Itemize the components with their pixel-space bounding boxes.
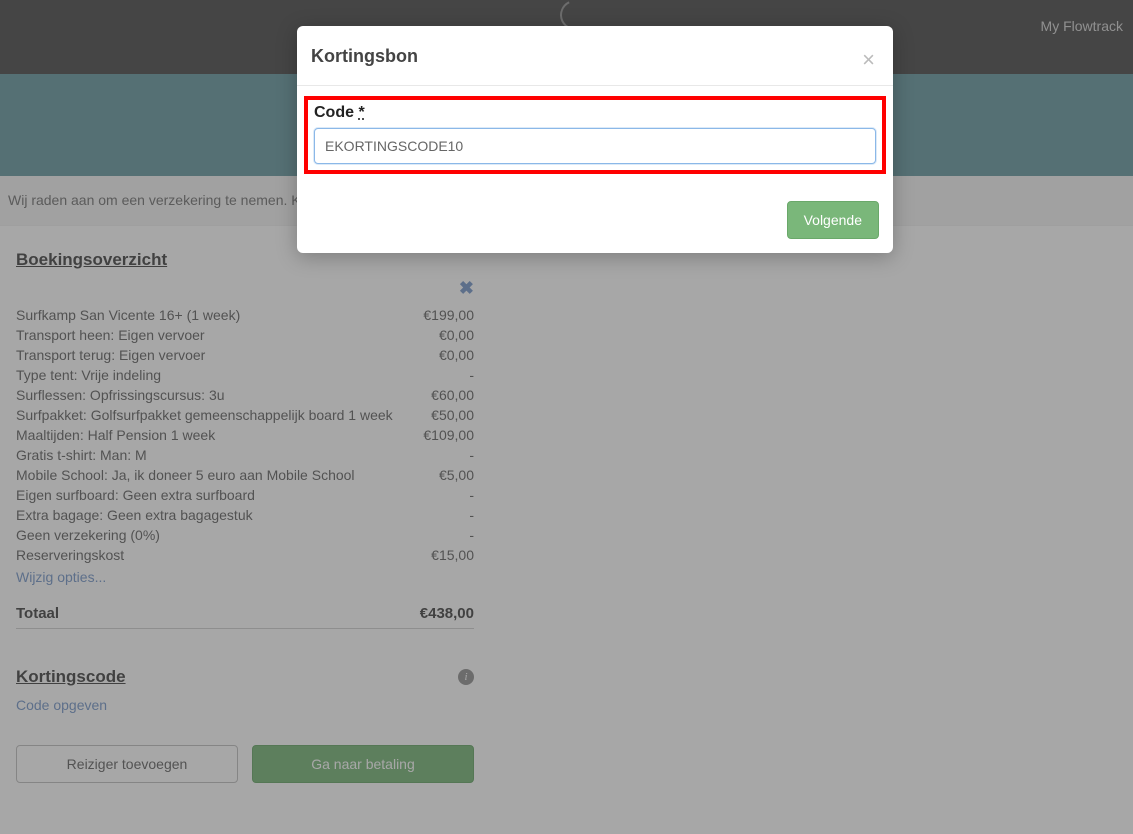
close-icon[interactable]: × bbox=[862, 49, 875, 71]
modal-footer: Volgende bbox=[297, 189, 893, 253]
highlighted-field: Code * bbox=[304, 96, 886, 174]
discount-modal: Kortingsbon × Code * Volgende bbox=[297, 26, 893, 253]
code-label: Code * bbox=[314, 104, 876, 122]
modal-header: Kortingsbon × bbox=[297, 26, 893, 86]
next-button[interactable]: Volgende bbox=[787, 201, 879, 239]
code-input[interactable] bbox=[314, 128, 876, 164]
modal-title: Kortingsbon bbox=[311, 46, 873, 67]
modal-body: Code * bbox=[297, 86, 893, 189]
